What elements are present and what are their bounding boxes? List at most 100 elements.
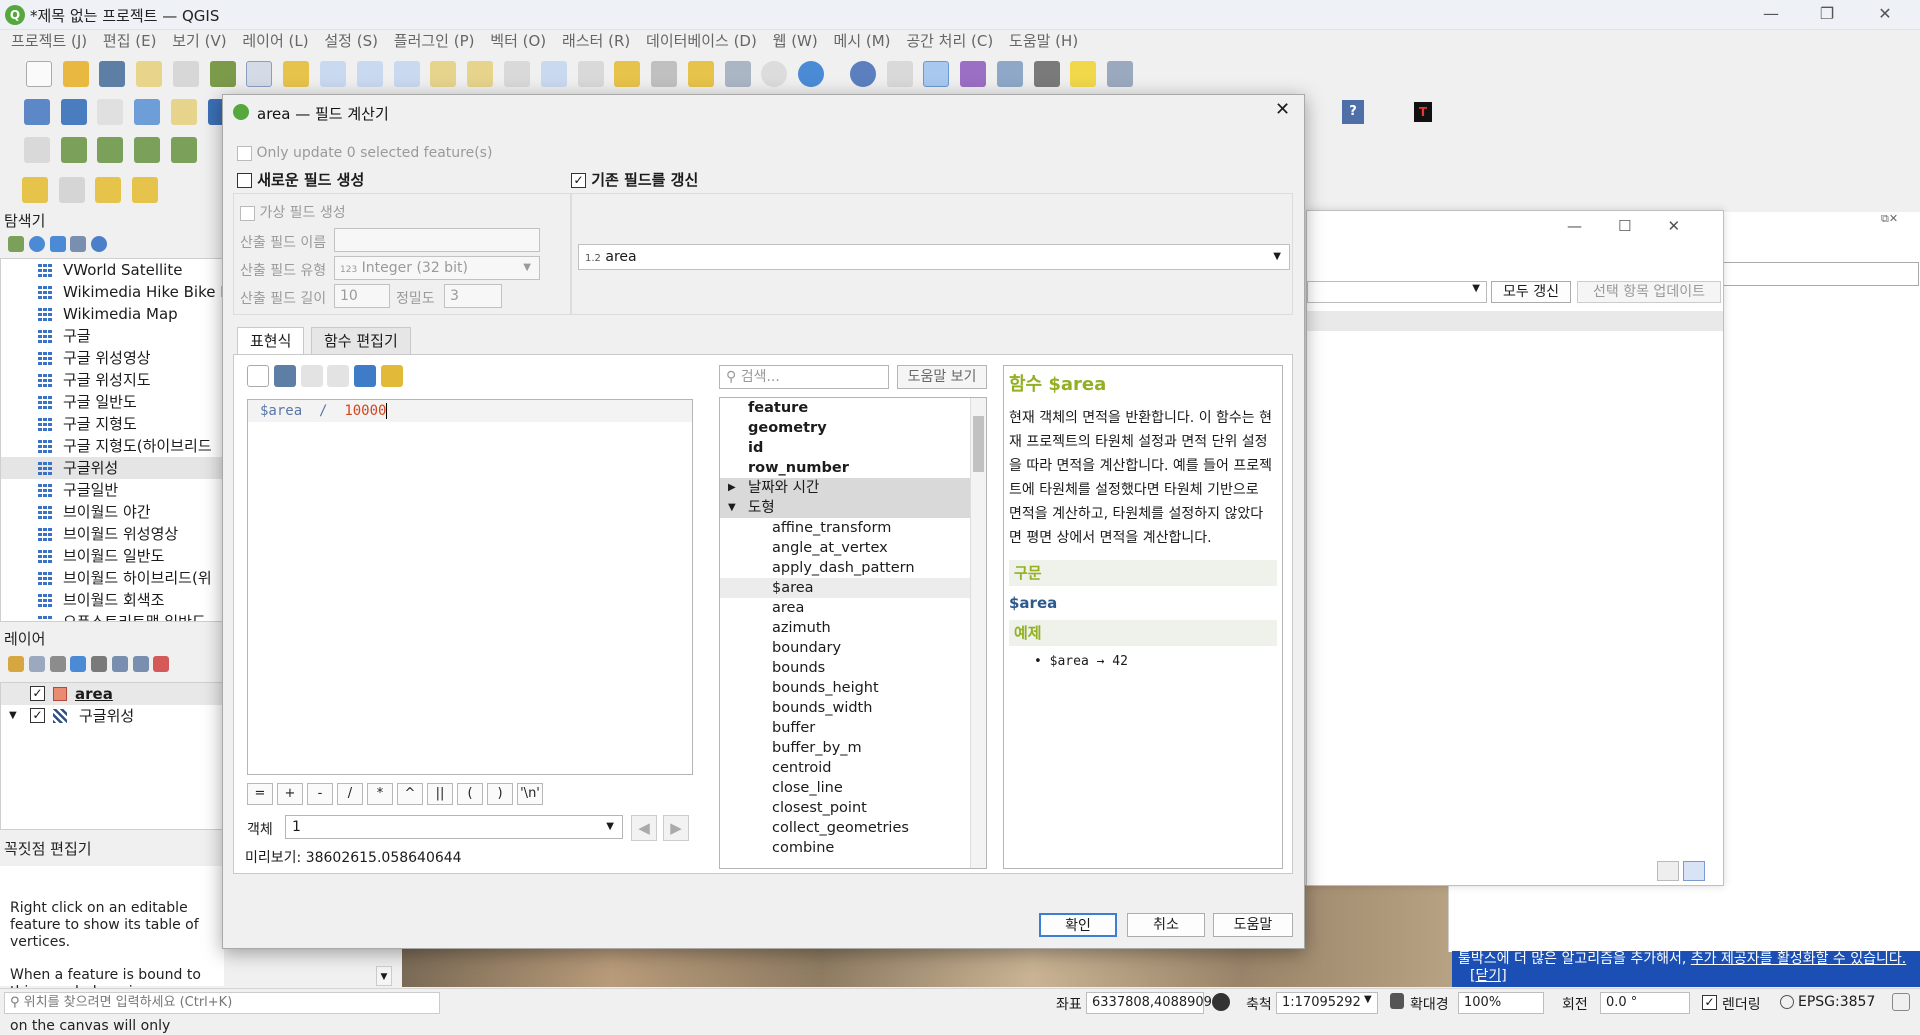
bookmark-icon[interactable] [687,61,714,87]
update-all-button[interactable]: 모두 갱신 [1491,281,1571,303]
open-table-icon[interactable] [996,61,1023,87]
add-vector-icon[interactable] [97,99,124,125]
new-project-icon[interactable] [25,61,52,87]
browser-item[interactable]: 브이월드 야간 [1,501,223,523]
expand-arrow-icon[interactable]: ▼ [9,705,17,727]
layer-visibility-checkbox[interactable]: ✓ [30,686,45,701]
function-item[interactable]: affine_transform [720,518,986,538]
ok-button[interactable]: 확인 [1039,913,1117,937]
help-button[interactable]: 도움말 [1213,913,1293,937]
tab-function-editor[interactable]: 함수 편집기 [311,327,411,355]
refresh-icon[interactable] [798,61,825,87]
function-item[interactable]: feature [720,398,986,418]
function-group-geometry[interactable]: ▼ 도형 [720,498,986,518]
expression-editor[interactable]: $area / 10000 [247,399,693,775]
function-item[interactable]: centroid [720,758,986,778]
browser-item[interactable]: 브이월드 일반도 [1,545,223,567]
function-search-input[interactable]: ⚲ 검색... [719,365,889,389]
add-point-icon[interactable] [60,137,87,163]
new-map-view-icon[interactable] [614,61,641,87]
add-polygon-icon[interactable] [134,137,161,163]
chevron-down-icon[interactable]: ▼ [1364,994,1372,1005]
table-view-icon[interactable] [1683,861,1705,881]
update-field-toggle[interactable]: ✓ 기존 필드를 갱신 [571,169,698,190]
filter-browser-icon[interactable] [49,235,66,252]
add-delimited-icon[interactable] [170,99,197,125]
menu-plugins[interactable]: 플러그인 (P) [394,30,475,52]
function-item[interactable]: combine [720,838,986,858]
update-selected-button[interactable]: 선택 항목 업데이트 [1577,281,1721,303]
function-item[interactable]: bounds_height [720,678,986,698]
menu-project[interactable]: 프로젝트 (J) [11,30,87,52]
browser-item[interactable]: 구글 일반도 [1,391,223,413]
function-item[interactable]: buffer_by_m [720,738,986,758]
feature-select[interactable]: 1 ▼ [285,815,623,839]
output-name-input[interactable] [334,228,540,252]
output-length-spinbox[interactable]: 10 [334,284,390,308]
scrollbar-thumb[interactable] [973,416,984,472]
only-update-checkbox[interactable] [237,145,252,161]
browser-item[interactable]: 브이월드 하이브리드(위 [1,567,223,589]
operator-concat-button[interactable]: || [427,783,453,805]
browser-item[interactable]: 구글 [1,325,223,347]
zoom-layer-icon[interactable] [467,61,494,87]
expand-arrow-icon[interactable]: ▶ [728,478,736,498]
window-controls[interactable]: —☐✕ [1567,217,1716,235]
zoom-last-icon[interactable] [540,61,567,87]
new-3d-view-icon[interactable] [651,61,678,87]
browser-item[interactable]: VWorld Satellite [1,259,223,281]
function-list-scrollbar[interactable] [970,398,986,868]
close-info-link[interactable]: [닫기] [1470,968,1507,984]
lock-icon[interactable] [1390,993,1404,1009]
layer-styling-icon[interactable] [8,655,24,672]
plugin-t-icon[interactable]: T [1414,102,1432,122]
menu-database[interactable]: 데이터베이스 (D) [646,30,757,52]
manage-themes-icon[interactable] [49,655,66,672]
temporal-controller-icon[interactable] [761,61,788,87]
panel-float-close-icons[interactable]: ⧉✕ [1881,212,1898,226]
cancel-button[interactable]: 취소 [1127,913,1205,937]
properties-icon[interactable] [91,235,108,252]
menu-help[interactable]: 도움말 (H) [1009,30,1078,52]
collapse-arrow-icon[interactable]: ▼ [728,498,736,518]
export-icon[interactable] [380,365,403,387]
browser-item[interactable]: 브이월드 위성영상 [1,523,223,545]
layout-manager-icon[interactable] [136,61,163,87]
menu-layer[interactable]: 레이어 (L) [242,30,308,52]
function-item-selected[interactable]: $area [720,578,986,598]
open-project-icon[interactable] [62,61,89,87]
operator-power-button[interactable]: ^ [397,783,423,805]
rotation-spinbox[interactable]: 0.0 ° [1600,992,1690,1014]
render-checkbox[interactable]: ✓ [1702,995,1717,1010]
digitize-icon[interactable] [23,137,50,163]
browser-item[interactable]: Wikimedia Map [1,303,223,325]
select-location-icon[interactable] [132,177,159,203]
menu-view[interactable]: 보기 (V) [172,30,226,52]
crs-label[interactable]: EPSG:3857 [1798,994,1875,1010]
select-by-value-icon[interactable] [58,177,85,203]
function-item[interactable]: collect_geometries [720,818,986,838]
operator-multiply-button[interactable]: * [367,783,393,805]
field-combo[interactable]: ▼ [1307,281,1487,303]
function-item[interactable]: close_line [720,778,986,798]
maximize-button[interactable]: ❐ [1800,0,1854,30]
add-line-icon[interactable] [97,137,124,163]
browser-item[interactable]: 구글 지형도 [1,413,223,435]
browser-item[interactable]: 구글 지형도(하이브리드 [1,435,223,457]
show-help-button[interactable]: 도움말 보기 [897,365,987,389]
import-icon[interactable] [354,365,377,387]
data-source-manager-icon[interactable] [23,99,50,125]
save-icon[interactable] [273,365,296,387]
zoom-out-icon[interactable] [356,61,383,87]
statistics-icon[interactable] [960,61,987,87]
add-raster-icon[interactable] [134,99,161,125]
only-update-selected[interactable]: Only update 0 selected feature(s) [237,145,492,161]
menu-settings[interactable]: 설정 (S) [324,30,378,52]
scroll-down-icon[interactable]: ▼ [376,966,392,986]
scale-combo[interactable]: 1:17095292 [1276,992,1378,1014]
zoom-in-icon[interactable] [320,61,347,87]
collapse-all-layers-icon[interactable] [132,655,149,672]
layer-row-area[interactable]: ✓ area [1,683,223,705]
print-layout-icon[interactable] [172,61,199,87]
layer-visibility-checkbox[interactable]: ✓ [30,708,45,723]
